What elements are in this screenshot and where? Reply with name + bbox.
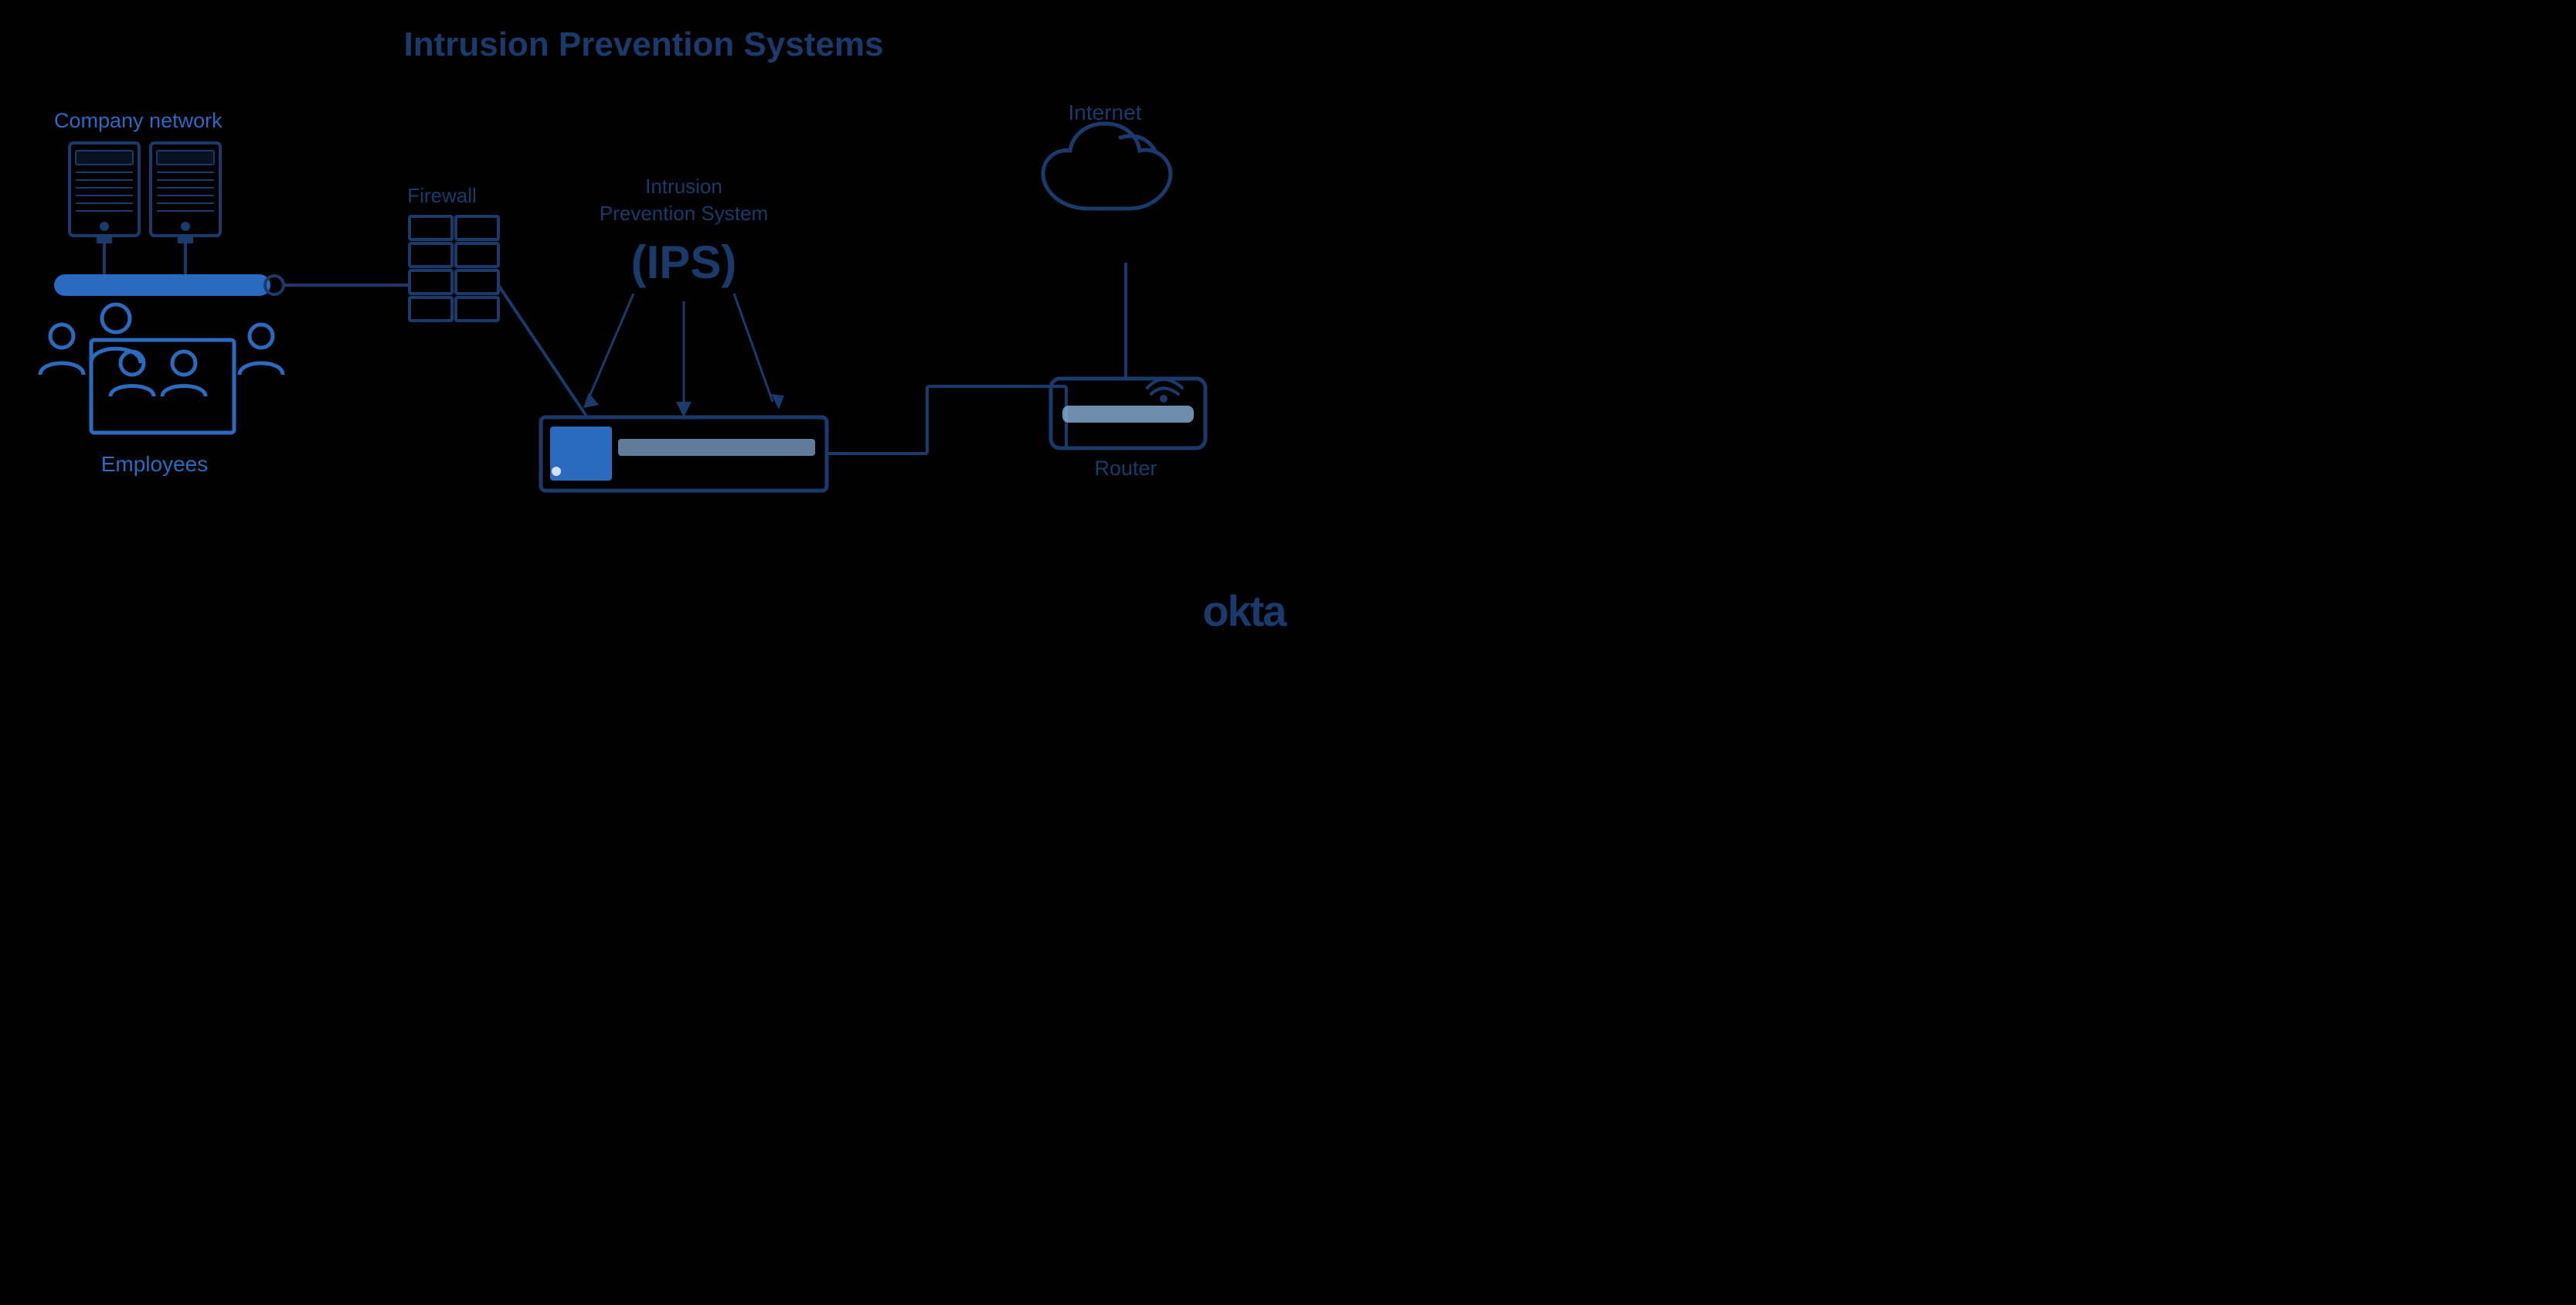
employee-person-4 bbox=[162, 352, 206, 396]
main-title: Intrusion Prevention Systems bbox=[403, 25, 883, 63]
employees-label: Employees bbox=[101, 452, 209, 476]
internet-label: Internet bbox=[1069, 100, 1142, 124]
employee-person-1 bbox=[40, 325, 83, 375]
diagram-container: Intrusion Prevention Systems Company net… bbox=[0, 0, 1288, 652]
server-2-icon bbox=[151, 143, 220, 243]
server-1-icon bbox=[70, 143, 139, 243]
company-network-label: Company network bbox=[54, 109, 223, 132]
internet-cloud-icon bbox=[1043, 124, 1171, 209]
firewall-label: Firewall bbox=[407, 184, 477, 207]
ips-line2-label: Prevention System bbox=[600, 202, 768, 225]
employee-person-5 bbox=[240, 325, 283, 375]
employee-person-3 bbox=[110, 352, 154, 396]
ips-line1-label: Intrusion bbox=[645, 175, 722, 198]
firewall-icon bbox=[410, 216, 498, 321]
employee-person-2 bbox=[91, 304, 141, 363]
ips-acronym-label: (IPS) bbox=[631, 236, 737, 288]
router-label: Router bbox=[1094, 457, 1157, 480]
okta-logo: okta bbox=[1202, 586, 1287, 635]
